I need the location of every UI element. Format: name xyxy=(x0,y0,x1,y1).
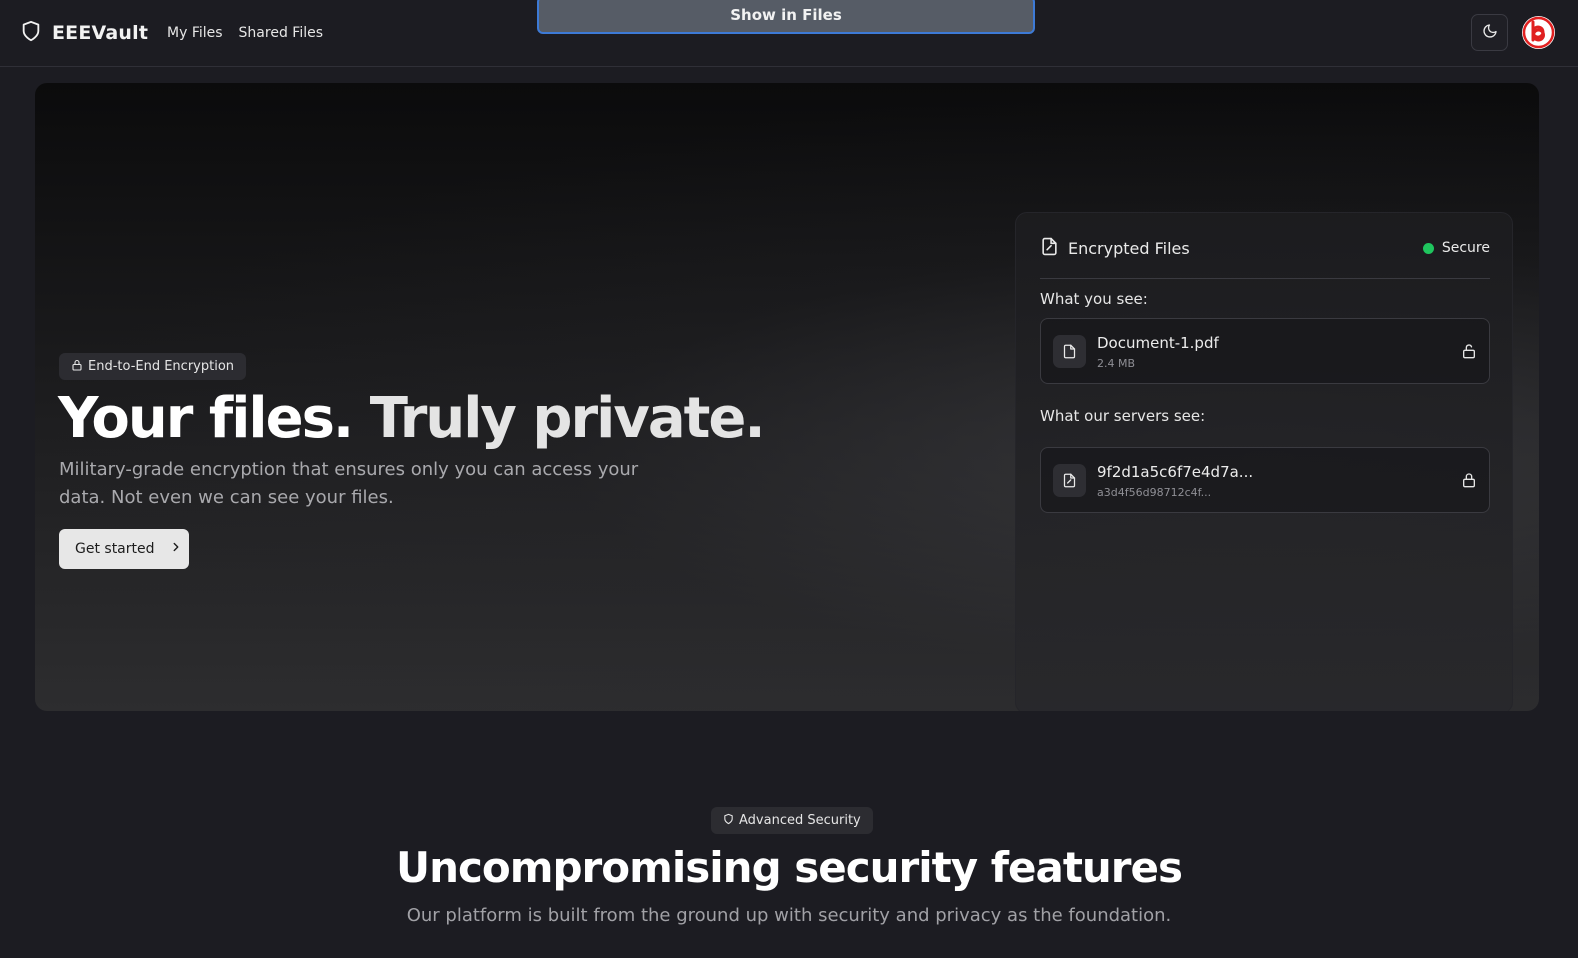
moon-icon xyxy=(1482,23,1498,43)
file-icon xyxy=(1053,335,1086,368)
hero-title: Your files. Truly private. xyxy=(58,383,766,455)
encrypted-file-hash: a3d4f56d98712c4f... xyxy=(1097,486,1212,499)
chevron-right-icon xyxy=(169,540,183,558)
top-navbar: EEEVault My Files Shared Files Show in F… xyxy=(0,0,1578,67)
shield-icon xyxy=(20,19,42,47)
get-started-label: Get started xyxy=(75,541,155,557)
secure-status: Secure xyxy=(1422,240,1490,256)
lock-icon xyxy=(71,359,83,375)
brand[interactable]: EEEVault xyxy=(20,19,148,47)
encryption-badge: End-to-End Encryption xyxy=(59,353,247,380)
file-name: Document-1.pdf xyxy=(1097,334,1219,352)
encrypted-file-name: 9f2d1a5c6f7e4d7a... xyxy=(1097,463,1254,481)
card-header: Encrypted Files Secure xyxy=(1040,235,1490,279)
nav-shared-files[interactable]: Shared Files xyxy=(239,25,323,41)
show-in-files-button[interactable]: Show in Files xyxy=(537,0,1035,34)
file-size: 2.4 MB xyxy=(1097,357,1136,370)
page: EEEVault My Files Shared Files Show in F… xyxy=(0,0,1578,958)
hero-description: Military-grade encryption that ensures o… xyxy=(59,459,639,508)
theme-toggle-button[interactable] xyxy=(1471,14,1508,51)
encrypted-files-card: Encrypted Files Secure What you see: Doc… xyxy=(1015,212,1513,711)
main-nav: My Files Shared Files xyxy=(167,25,323,41)
status-dot xyxy=(1422,242,1434,254)
features-description: Our platform is built from the ground up… xyxy=(406,905,1172,926)
unlock-icon[interactable] xyxy=(1461,343,1477,363)
brand-name: EEEVault xyxy=(52,22,149,44)
file-row-server[interactable]: 9f2d1a5c6f7e4d7a... a3d4f56d98712c4f... xyxy=(1040,447,1490,513)
file-lock-icon xyxy=(1040,237,1059,260)
avatar[interactable] xyxy=(1522,16,1555,49)
file-row-user[interactable]: Document-1.pdf 2.4 MB xyxy=(1040,318,1490,384)
secure-status-label: Secure xyxy=(1441,240,1490,256)
avatar-logo xyxy=(1522,16,1555,49)
what-you-see-label: What you see: xyxy=(1040,290,1148,308)
encryption-badge-label: End-to-End Encryption xyxy=(88,359,235,374)
advanced-security-badge: Advanced Security xyxy=(711,807,873,834)
nav-my-files[interactable]: My Files xyxy=(167,25,223,41)
card-title: Encrypted Files xyxy=(1040,237,1190,260)
hero-section: End-to-End Encryption Your files. Truly … xyxy=(35,83,1539,711)
hero-title-part1: Your files. xyxy=(58,386,354,451)
hero-title-part2: Truly private. xyxy=(369,386,766,451)
shield-small-icon xyxy=(723,813,734,829)
card-title-text: Encrypted Files xyxy=(1068,239,1190,258)
encrypted-file-icon xyxy=(1053,464,1086,497)
lock-icon[interactable] xyxy=(1461,472,1477,492)
get-started-button[interactable]: Get started xyxy=(59,529,189,569)
features-title: Uncompromising security features xyxy=(395,843,1183,892)
servers-see-label: What our servers see: xyxy=(1040,407,1206,425)
advanced-security-label: Advanced Security xyxy=(739,813,861,828)
